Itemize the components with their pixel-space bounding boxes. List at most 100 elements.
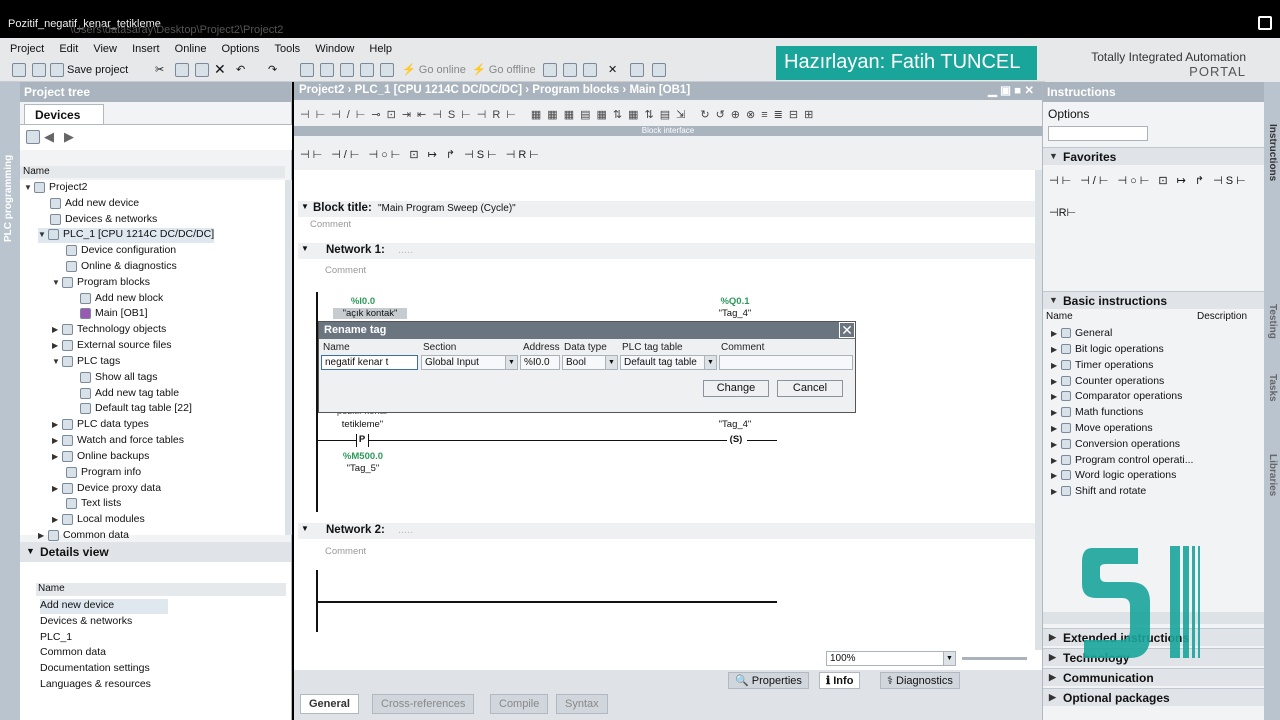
tree-item-devices-networks[interactable]: Devices & networks (50, 213, 157, 228)
tree-item-online-backups[interactable]: ▶ Online backups (52, 450, 149, 465)
editor-vscroll[interactable] (1035, 170, 1042, 650)
detail-item[interactable]: Languages & resources (40, 678, 151, 693)
tab-properties[interactable]: 🔍 Properties (728, 672, 809, 689)
tree-item-device-proxy[interactable]: ▶ Device proxy data (52, 482, 161, 497)
address-field[interactable]: %I0.0 (520, 355, 560, 370)
stop-cpu-icon[interactable] (563, 63, 577, 77)
detail-item[interactable]: Common data (40, 646, 106, 661)
favorite-reset-icon[interactable]: ⊣R⊢ (1049, 206, 1076, 219)
block-interface-bar[interactable]: Block interface (294, 126, 1042, 136)
tab-devices[interactable]: Devices (24, 104, 104, 124)
save-project-button[interactable]: Save project (67, 64, 128, 76)
split-v-icon[interactable] (652, 63, 666, 77)
tree-item-device-config[interactable]: Device configuration (66, 244, 176, 259)
network2-comment[interactable]: Comment (325, 546, 366, 557)
tree-item-program-info[interactable]: Program info (66, 466, 141, 481)
left-side-tab[interactable]: PLC programming (0, 82, 20, 720)
detail-item[interactable]: Documentation settings (40, 662, 150, 677)
open-project-icon[interactable] (32, 63, 46, 77)
change-button[interactable]: Change (703, 380, 769, 397)
detail-item[interactable]: Devices & networks (40, 615, 132, 630)
tab-syntax[interactable]: Syntax (556, 694, 608, 714)
new-project-icon[interactable] (12, 63, 26, 77)
zoom-select[interactable]: 100% ▼ (826, 651, 956, 666)
block-comment[interactable]: Comment (310, 219, 351, 230)
rung2-edge-label[interactable]: P (357, 434, 367, 445)
tree-item-external-sources[interactable]: ▶ External source files (52, 339, 172, 354)
side-tab-testing[interactable]: Testing (1267, 304, 1278, 339)
close-icon[interactable]: ✕ (608, 63, 617, 76)
instruction-conversion[interactable]: ▶ Conversion operations (1051, 438, 1180, 453)
tree-scrollbar[interactable] (285, 180, 292, 535)
tree-item-add-new-device[interactable]: Add new device (50, 197, 139, 212)
instruction-move[interactable]: ▶ Move operations (1051, 422, 1153, 437)
favorites-header[interactable]: ▼ Favorites (1043, 147, 1265, 165)
upload-icon[interactable] (340, 63, 354, 77)
rung1-output-address[interactable]: %Q0.1 (710, 296, 760, 307)
undo-icon[interactable]: ↶ (236, 63, 245, 76)
network1-header[interactable]: ▼ Network 1: ..... (298, 243, 1038, 259)
tree-item-main-ob1[interactable]: Main [OB1] (80, 307, 148, 322)
rung1-output-name[interactable]: "Tag_4" (710, 308, 760, 319)
rung2-edge-name[interactable]: "Tag_5" (338, 463, 388, 474)
instruction-program-control[interactable]: ▶ Program control operati... (1051, 454, 1193, 469)
editor-tool-icons[interactable]: ⊣⊢⊣/⊢⊸⊡⇥⇤⊣S⊢⊣R⊢ ▦▦▦▤▦⇅▦⇅▤⇲ ↻↺⊕⊗≡≣⊟⊞ (300, 108, 819, 121)
accessible-icon[interactable] (380, 63, 394, 77)
rung1-input-address[interactable]: %I0.0 (338, 296, 388, 307)
compile-icon[interactable] (300, 63, 314, 77)
simulation-icon[interactable] (360, 63, 374, 77)
tree-item-technology-objects[interactable]: ▶ Technology objects (52, 323, 166, 338)
network2-header[interactable]: ▼ Network 2: ..... (298, 523, 1038, 539)
close-icon[interactable]: ✕ (839, 322, 855, 338)
instruction-comparator[interactable]: ▶ Comparator operations (1051, 390, 1182, 405)
tab-info[interactable]: ℹ Info (819, 672, 861, 689)
add-icon[interactable] (26, 130, 40, 144)
menu-window[interactable]: Window (309, 38, 360, 55)
delete-icon[interactable]: ✕ (214, 61, 226, 78)
favorites-icons[interactable]: ⊣⊢ ⊣/⊢ ⊣○⊢ ⊡ ↦ ↱ ⊣S⊢ (1049, 174, 1249, 187)
breadcrumb-main[interactable]: Main [OB1] (629, 84, 690, 96)
cut-icon[interactable]: ✂ (155, 63, 164, 76)
tab-compile[interactable]: Compile (490, 694, 549, 714)
tab-cross-references[interactable]: Cross-references (372, 694, 475, 714)
comment-field[interactable] (719, 355, 853, 370)
tree-item-text-lists[interactable]: Text lists (66, 497, 121, 512)
tab-diagnostics[interactable]: ⚕ Diagnostics (880, 672, 960, 689)
breadcrumb-program-blocks[interactable]: Program blocks (532, 84, 619, 96)
menu-tools[interactable]: Tools (268, 38, 306, 55)
side-tab-libraries[interactable]: Libraries (1267, 454, 1278, 496)
rung2-coil[interactable]: (S) (725, 434, 747, 445)
menu-project[interactable]: Project (4, 38, 50, 55)
window-control-icon[interactable] (1258, 16, 1272, 30)
rung2-input-name-line2[interactable]: tetikleme" (330, 419, 395, 430)
cross-ref-icon[interactable] (583, 63, 597, 77)
menu-insert[interactable]: Insert (126, 38, 166, 55)
tree-item-online-diag[interactable]: Online & diagnostics (66, 260, 177, 275)
breadcrumb-plc[interactable]: PLC_1 [CPU 1214C DC/DC/DC] (355, 84, 522, 96)
save-icon[interactable] (50, 63, 64, 77)
tab-general[interactable]: General (300, 694, 359, 714)
communication-header[interactable]: ▶ Communication (1043, 668, 1265, 686)
go-offline-button[interactable]: ⚡ Go offline (472, 63, 536, 76)
section-select[interactable]: Global Input ▼ (421, 355, 518, 370)
tree-item-plc1[interactable]: ▼ PLC_1 [CPU 1214C DC/DC/DC] (38, 228, 215, 243)
window-controls[interactable]: ▁ ▣ ■ ✕ (988, 83, 1034, 97)
instruction-shift-rotate[interactable]: ▶ Shift and rotate (1051, 485, 1146, 500)
instruction-math[interactable]: ▶ Math functions (1051, 406, 1143, 421)
zoom-slider[interactable] (962, 657, 1027, 660)
network1-comment[interactable]: Comment (325, 265, 366, 276)
breadcrumb-project[interactable]: Project2 (299, 84, 344, 96)
tree-item-plc-tags[interactable]: ▼ PLC tags (52, 355, 120, 370)
tree-item-project2[interactable]: ▼ Project2 (24, 181, 88, 196)
details-view-header[interactable]: ▼ Details view (20, 542, 291, 562)
instruction-counter[interactable]: ▶ Counter operations (1051, 375, 1164, 390)
instruction-search-input[interactable] (1048, 126, 1148, 141)
optional-packages-header[interactable]: ▶ Optional packages (1043, 688, 1265, 706)
side-tab-tasks[interactable]: Tasks (1267, 374, 1278, 402)
menu-options[interactable]: Options (216, 38, 266, 55)
detail-item[interactable]: PLC_1 (40, 631, 72, 646)
tree-item-add-tag-table[interactable]: Add new tag table (80, 387, 179, 402)
tree-item-default-tag-table[interactable]: Default tag table [22] (80, 402, 192, 417)
rung1-input-name[interactable]: "açık kontak" (333, 308, 407, 319)
lad-instruction-bar[interactable]: ⊣⊢ ⊣/⊢ ⊣○⊢ ⊡ ↦ ↱ ⊣S⊢ ⊣R⊢ (300, 148, 542, 161)
